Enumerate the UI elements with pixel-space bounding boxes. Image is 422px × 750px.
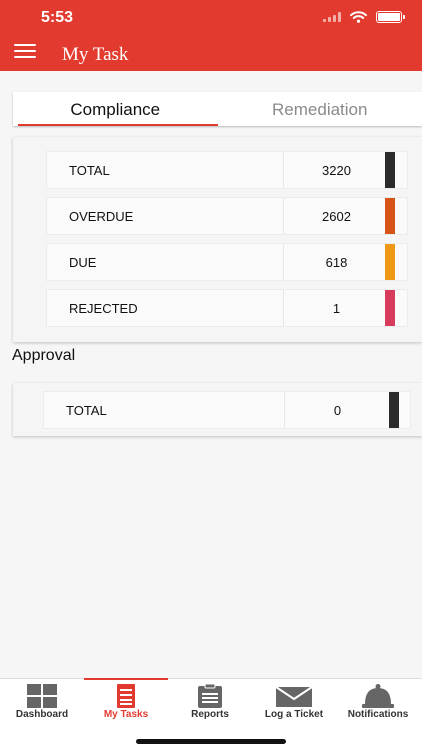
status-color-bar — [385, 198, 395, 234]
tab-reports[interactable]: Reports — [168, 679, 252, 731]
tab-remediation[interactable]: Remediation — [218, 92, 422, 126]
row-value: 2602 — [283, 198, 389, 234]
reports-icon — [198, 684, 222, 708]
row-label: REJECTED — [69, 300, 138, 316]
row-label: TOTAL — [69, 162, 110, 178]
home-indicator — [136, 739, 286, 744]
status-color-bar — [385, 244, 395, 280]
compliance-row-overdue[interactable]: OVERDUE 2602 — [46, 197, 408, 235]
row-value: 618 — [283, 244, 389, 280]
row-value: 3220 — [283, 152, 389, 188]
row-label: OVERDUE — [69, 208, 134, 224]
tab-label: My Tasks — [103, 709, 149, 720]
row-value: 1 — [283, 290, 389, 326]
status-color-bar — [389, 392, 399, 428]
status-color-bar — [385, 152, 395, 188]
status-time: 5:53 — [41, 9, 74, 26]
compliance-row-total[interactable]: TOTAL 3220 — [46, 151, 408, 189]
approval-summary-card: TOTAL 0 — [13, 383, 422, 436]
approval-row-total[interactable]: TOTAL 0 — [43, 391, 411, 429]
app-header: 5:53 My Task — [0, 0, 422, 71]
task-tabs: Compliance Remediation — [13, 92, 422, 126]
tab-compliance[interactable]: Compliance — [13, 92, 218, 126]
tab-my-tasks[interactable]: My Tasks — [84, 678, 168, 731]
my-tasks-icon — [117, 684, 135, 708]
compliance-row-rejected[interactable]: REJECTED 1 — [46, 289, 408, 327]
battery-icon — [376, 11, 405, 23]
tab-label: Notifications — [347, 709, 409, 720]
signal-icon — [323, 12, 341, 22]
tab-label: Dashboard — [15, 709, 69, 720]
wifi-icon — [350, 11, 367, 23]
approval-section-title: Approval — [12, 347, 76, 364]
tab-log-ticket[interactable]: Log a Ticket — [252, 679, 336, 731]
dashboard-icon — [27, 684, 57, 708]
status-color-bar — [385, 290, 395, 326]
row-value: 0 — [284, 392, 390, 428]
menu-icon[interactable] — [14, 44, 36, 58]
notifications-icon — [362, 684, 394, 708]
row-label: DUE — [69, 254, 97, 270]
log-ticket-icon — [276, 686, 312, 707]
page-title: My Task — [62, 44, 129, 65]
status-icons — [323, 11, 405, 23]
tab-dashboard[interactable]: Dashboard — [0, 679, 84, 731]
tab-label: Reports — [191, 709, 229, 720]
compliance-summary-card: TOTAL 3220 OVERDUE 2602 DUE 618 REJECTED… — [13, 137, 422, 342]
tab-label: Log a Ticket — [264, 709, 324, 720]
tab-notifications[interactable]: Notifications — [336, 679, 420, 731]
compliance-row-due[interactable]: DUE 618 — [46, 243, 408, 281]
row-label: TOTAL — [66, 402, 107, 418]
